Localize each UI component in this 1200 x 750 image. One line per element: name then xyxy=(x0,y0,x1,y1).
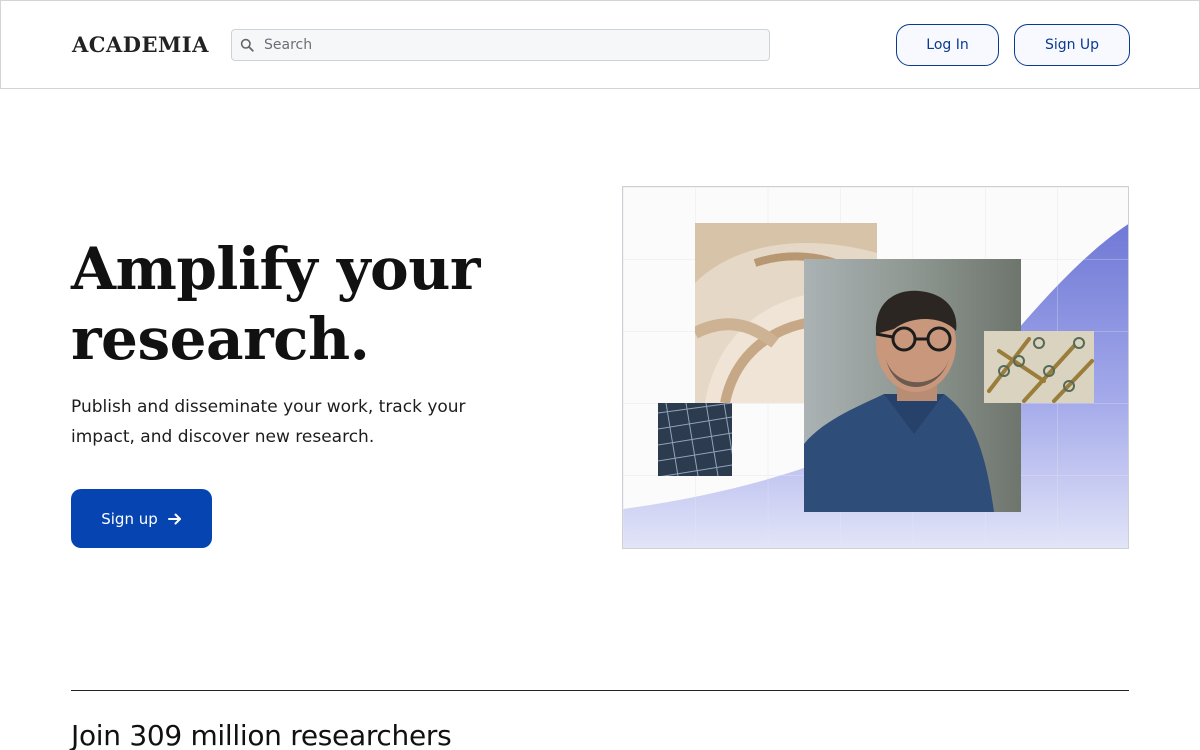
search-bar[interactable] xyxy=(231,29,770,61)
hero-collage xyxy=(622,186,1129,549)
solar-panel-image xyxy=(658,403,732,476)
section-divider xyxy=(71,690,1129,691)
hero-signup-button[interactable]: Sign up xyxy=(71,489,212,548)
microscopy-image xyxy=(984,331,1094,403)
login-button[interactable]: Log In xyxy=(896,24,999,66)
arrow-right-icon xyxy=(167,513,181,524)
search-input[interactable] xyxy=(264,30,764,60)
landing-page: ACADEMIA Log In Sign Up Amplify your res… xyxy=(0,0,1200,750)
hero-title-line1: Amplify your xyxy=(71,235,480,303)
hero-subtitle: Publish and disseminate your work, track… xyxy=(71,397,466,447)
join-heading: Join 309 million researchers xyxy=(71,719,452,750)
signup-header-button[interactable]: Sign Up xyxy=(1014,24,1130,66)
top-navbar: ACADEMIA Log In Sign Up xyxy=(0,0,1200,89)
hero-title: Amplify your research. xyxy=(71,234,541,374)
hero-signup-label: Sign up xyxy=(101,509,158,528)
hero-title-line2: research. xyxy=(71,305,370,373)
search-icon xyxy=(240,38,254,52)
academia-logo[interactable]: ACADEMIA xyxy=(72,32,209,57)
